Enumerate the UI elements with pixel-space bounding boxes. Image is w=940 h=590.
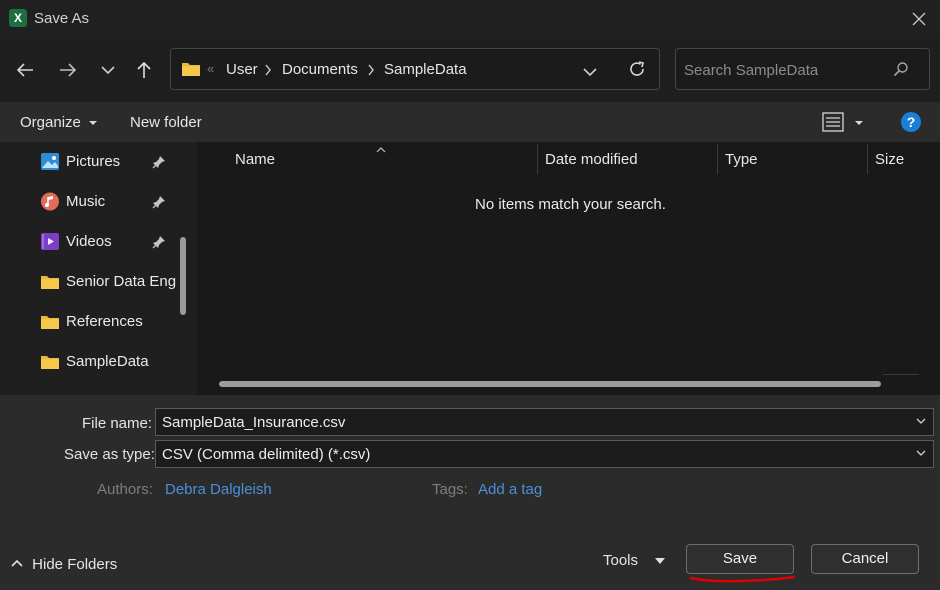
chevron-down-icon	[583, 68, 597, 77]
organize-button[interactable]: Organize	[20, 114, 98, 131]
column-divider[interactable]	[537, 144, 538, 174]
excel-app-icon: X	[9, 9, 27, 27]
caret-down-icon	[655, 558, 666, 564]
sidebar-scrollbar[interactable]	[180, 237, 186, 315]
sidebar-item-label: Videos	[66, 233, 112, 250]
tools-button[interactable]: Tools	[603, 552, 666, 569]
breadcrumb-chevron-icon	[367, 61, 375, 80]
column-divider[interactable]	[717, 144, 718, 174]
tools-label: Tools	[603, 552, 639, 569]
folder-icon	[181, 60, 201, 82]
folder-icon	[41, 316, 59, 329]
back-button[interactable]	[9, 54, 41, 86]
folder-icon	[41, 276, 59, 289]
save-button[interactable]: Save	[686, 544, 794, 574]
refresh-button[interactable]	[627, 59, 649, 81]
sidebar-item-label: SampleData	[66, 353, 149, 370]
arrow-up-icon	[137, 61, 151, 78]
authors-label: Authors:	[97, 481, 153, 498]
save-as-type-select[interactable]: CSV (Comma delimited) (*.csv)	[155, 440, 934, 468]
chevron-up-icon	[11, 559, 23, 567]
caret-down-icon	[855, 121, 863, 125]
authors-value[interactable]: Debra Dalgleish	[165, 481, 272, 498]
hide-folders-button[interactable]: Hide Folders	[10, 556, 117, 573]
column-divider[interactable]	[867, 144, 868, 174]
new-folder-button[interactable]: New folder	[130, 114, 202, 131]
refresh-icon	[630, 61, 644, 76]
save-as-type-value: CSV (Comma delimited) (*.csv)	[162, 446, 371, 463]
sidebar-item-label: Senior Data Eng	[66, 273, 177, 290]
empty-message: No items match your search.	[475, 196, 666, 213]
column-header-name[interactable]: Name	[235, 151, 275, 168]
add-tag-link[interactable]: Add a tag	[478, 481, 542, 498]
arrow-left-icon	[16, 63, 33, 77]
sidebar-item-label: Pictures	[66, 153, 121, 170]
arrow-right-icon	[60, 63, 77, 77]
sort-ascending-icon	[376, 141, 386, 158]
sidebar-item-label: Music	[66, 193, 106, 210]
help-icon: ?	[906, 114, 916, 130]
cancel-button[interactable]: Cancel	[811, 544, 919, 574]
close-icon	[912, 12, 926, 26]
column-header-type[interactable]: Type	[725, 151, 758, 168]
chevron-down-icon	[101, 66, 115, 75]
column-header-size[interactable]: Size	[875, 151, 904, 168]
up-button[interactable]	[128, 54, 160, 86]
sidebar-item-label: References	[66, 313, 143, 330]
column-header-date-modified[interactable]: Date modified	[545, 151, 638, 168]
forward-button[interactable]	[52, 54, 84, 86]
filename-value: SampleData_Insurance.csv	[162, 414, 346, 431]
breadcrumb-user[interactable]: User	[226, 61, 258, 78]
filename-field[interactable]: SampleData_Insurance.csv	[155, 408, 934, 436]
search-placeholder: Search SampleData	[684, 62, 819, 79]
recent-locations-button[interactable]	[92, 54, 124, 86]
title-bar	[0, 0, 940, 38]
view-options-button[interactable]	[822, 111, 867, 133]
breadcrumb-sampledata[interactable]: SampleData	[384, 61, 467, 78]
caret-down-icon	[89, 121, 98, 125]
tags-label: Tags:	[432, 481, 468, 498]
save-as-type-label: Save as type:	[64, 446, 155, 463]
breadcrumb-chevron-icon	[264, 61, 272, 80]
file-list	[197, 142, 940, 395]
breadcrumb-overflow[interactable]: «	[207, 61, 214, 76]
search-icon	[893, 61, 909, 81]
filename-label: File name:	[82, 415, 153, 432]
scrollbar-corner	[883, 374, 919, 375]
help-button[interactable]: ?	[901, 112, 921, 132]
pin-icon[interactable]	[152, 195, 166, 209]
chevron-down-icon	[916, 418, 926, 424]
breadcrumb-documents[interactable]: Documents	[282, 61, 358, 78]
organize-label: Organize	[20, 114, 81, 131]
music-icon	[41, 192, 59, 211]
window-title: Save As	[34, 10, 90, 27]
horizontal-scrollbar[interactable]	[219, 381, 881, 387]
pin-icon[interactable]	[152, 155, 166, 169]
address-history-button[interactable]	[582, 60, 602, 80]
folder-icon	[41, 356, 59, 369]
videos-icon	[41, 233, 59, 250]
pictures-icon	[41, 153, 59, 170]
red-underline-annotation	[689, 575, 796, 583]
details-view-icon	[822, 112, 844, 132]
close-button[interactable]	[906, 7, 932, 31]
hide-folders-label: Hide Folders	[32, 556, 118, 573]
chevron-down-icon	[916, 450, 926, 456]
pin-icon[interactable]	[152, 235, 166, 249]
